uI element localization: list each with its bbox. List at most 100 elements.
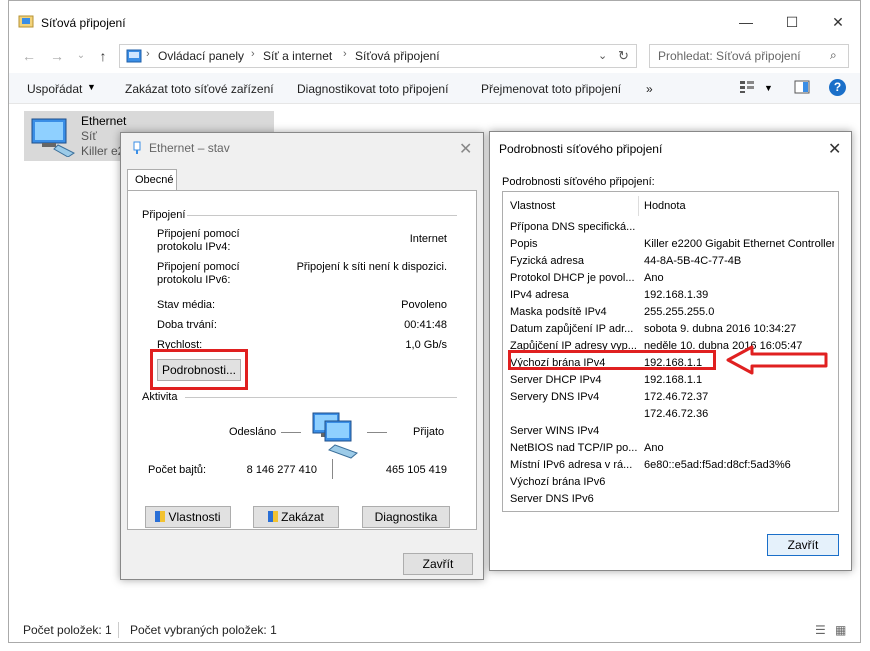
view-dropdown-icon[interactable]: ▼	[764, 83, 773, 93]
close-window-button[interactable]: ✕	[823, 11, 853, 33]
details-row[interactable]: Server WINS IPv4	[503, 423, 838, 440]
ethernet-status-dialog: Ethernet – stav ✕ Obecné Připojení Připo…	[120, 132, 484, 580]
organize-menu[interactable]: Uspořádat	[27, 82, 82, 96]
minimize-button[interactable]: —	[731, 11, 761, 33]
status-dialog-close-icon[interactable]: ✕	[459, 139, 472, 159]
ethernet-status-icon	[131, 141, 143, 158]
row-value: Ano	[644, 272, 664, 284]
search-icon[interactable]: ⌕	[830, 48, 837, 63]
details-dialog-close-icon[interactable]: ✕	[828, 139, 841, 159]
properties-button[interactable]: Vlastnosti	[145, 506, 231, 528]
details-close-button[interactable]: Zavřít	[767, 534, 839, 556]
breadcrumb-network-connections[interactable]: Síťová připojení	[355, 49, 440, 63]
row-property: IPv4 adresa	[510, 289, 569, 301]
properties-button-label: Vlastnosti	[168, 510, 221, 524]
highlight-arrow-icon	[726, 344, 830, 379]
group-divider	[185, 397, 457, 398]
row-property: Server WINS IPv4	[510, 425, 600, 437]
control-panel-icon	[126, 48, 142, 67]
diagnose-button[interactable]: Diagnostikovat toto připojení	[297, 82, 448, 96]
column-divider[interactable]	[638, 196, 639, 216]
bytes-received: 465 105 419	[385, 464, 447, 476]
rename-button[interactable]: Přejmenovat toto připojení	[481, 82, 621, 96]
disable-button[interactable]: Zakázat	[253, 506, 339, 528]
connection-group-label: Připojení	[142, 209, 186, 221]
ethernet-network: Síť	[81, 129, 97, 143]
details-row[interactable]: Místní IPv6 adresa v rá... 6e80::e5ad:f5a…	[503, 457, 838, 474]
row-property: Fyzická adresa	[510, 255, 584, 267]
search-box[interactable]: Prohledat: Síťová připojení ⌕	[649, 44, 849, 68]
details-row[interactable]: Datum zapůjčení IP adr... sobota 9. dubna…	[503, 321, 838, 338]
details-row[interactable]: Fyzická adresa 44-8A-5B-4C-77-4B	[503, 253, 838, 270]
sent-label: Odesláno	[229, 426, 277, 438]
details-row[interactable]: Servery DNS IPv4 172.46.72.37	[503, 389, 838, 406]
recent-dropdown-icon[interactable]: ⌄	[71, 46, 91, 66]
group-divider	[187, 215, 457, 216]
address-dropdown-icon[interactable]: ⌄	[598, 49, 607, 62]
details-row[interactable]: Výchozí brána IPv6	[503, 474, 838, 491]
organize-dropdown-icon[interactable]: ▼	[87, 82, 96, 92]
breadcrumb-separator: ›	[343, 48, 347, 60]
up-arrow-icon[interactable]: ↑	[93, 46, 113, 66]
activity-group-label: Aktivita	[142, 391, 178, 403]
forward-arrow-icon[interactable]: →	[47, 46, 67, 66]
back-arrow-icon[interactable]: ←	[19, 46, 39, 66]
row-value: 192.168.1.39	[644, 289, 709, 301]
row-value: 44-8A-5B-4C-77-4B	[644, 255, 742, 267]
details-row[interactable]: 172.46.72.36	[503, 406, 838, 423]
duration-value: 00:41:48	[404, 319, 447, 331]
network-adapter-icon	[28, 115, 78, 160]
row-property: Server DNS IPv6	[510, 493, 594, 505]
details-row[interactable]: Maska podsítě IPv4 255.255.255.0	[503, 304, 838, 321]
details-row[interactable]: IPv4 adresa 192.168.1.39	[503, 287, 838, 304]
breadcrumb-control-panel[interactable]: Ovládací panely	[158, 49, 244, 63]
diagnose-dialog-button[interactable]: Diagnostika	[362, 506, 450, 528]
shield-icon	[155, 511, 166, 522]
view-options-icon[interactable]	[739, 80, 755, 97]
status-divider	[118, 622, 119, 638]
help-icon[interactable]: ?	[829, 79, 846, 96]
row-value: Killer e2200 Gigabit Ethernet Controller	[644, 238, 834, 250]
details-view-icon[interactable]: ☰	[815, 623, 826, 637]
details-row[interactable]: Protokol DHCP je povol... Ano	[503, 270, 838, 287]
details-row[interactable]: Server DNS IPv6	[503, 491, 838, 508]
refresh-icon[interactable]: ↻	[618, 48, 629, 64]
disable-device-button[interactable]: Zakázat toto síťové zařízení	[125, 82, 274, 96]
navigation-bar: ← → ⌄ ↑ › Ovládací panely › Síť a intern…	[9, 43, 860, 71]
tab-general[interactable]: Obecné	[127, 169, 177, 191]
large-icons-view-icon[interactable]: ▦	[835, 623, 846, 637]
speed-value: 1,0 Gb/s	[405, 339, 447, 351]
maximize-button[interactable]: ☐	[777, 11, 807, 33]
title-bar: Síťová připojení — ☐ ✕	[9, 1, 860, 43]
row-property: Místní IPv6 adresa v rá...	[510, 459, 633, 471]
details-row[interactable]: Popis Killer e2200 Gigabit Ethernet Contr…	[503, 236, 838, 253]
ipv4-value: Internet	[409, 233, 447, 245]
status-close-button[interactable]: Zavřít	[403, 553, 473, 575]
row-property: Maska podsítě IPv4	[510, 306, 607, 318]
window-title: Síťová připojení	[41, 16, 126, 30]
selected-count: Počet vybraných položek: 1	[130, 623, 277, 637]
status-bar: Počet položek: 1 Počet vybraných položek…	[9, 618, 860, 642]
row-property: Datum zapůjčení IP adr...	[510, 323, 634, 335]
details-row[interactable]: NetBIOS nad TCP/IP po... Ano	[503, 440, 838, 457]
column-header-value[interactable]: Hodnota	[644, 200, 686, 212]
address-bar[interactable]: › Ovládací panely › Síť a internet › Síť…	[119, 44, 637, 68]
row-value: 172.46.72.36	[644, 408, 709, 420]
breadcrumb-network-internet[interactable]: Síť a internet	[263, 49, 332, 63]
tab-general-label: Obecné	[135, 174, 174, 186]
details-button[interactable]: Podrobnosti...	[157, 359, 241, 381]
details-row[interactable]: Přípona DNS specifická...	[503, 219, 838, 236]
bytes-label: Počet bajtů:	[148, 464, 207, 476]
more-commands-button[interactable]: »	[646, 82, 653, 96]
received-line	[367, 432, 387, 433]
row-property: NetBIOS nad TCP/IP po...	[510, 442, 638, 454]
row-value: sobota 9. dubna 2016 10:34:27	[644, 323, 797, 335]
preview-pane-icon[interactable]	[794, 80, 810, 97]
media-state-label: Stav média:	[157, 299, 216, 311]
command-bar: Uspořádat ▼ Zakázat toto síťové zařízení…	[9, 73, 860, 104]
network-folder-icon	[18, 14, 34, 28]
column-header-property[interactable]: Vlastnost	[510, 200, 555, 212]
shield-icon	[268, 511, 279, 522]
received-label: Přijato	[413, 426, 445, 438]
item-count: Počet položek: 1	[23, 623, 112, 637]
